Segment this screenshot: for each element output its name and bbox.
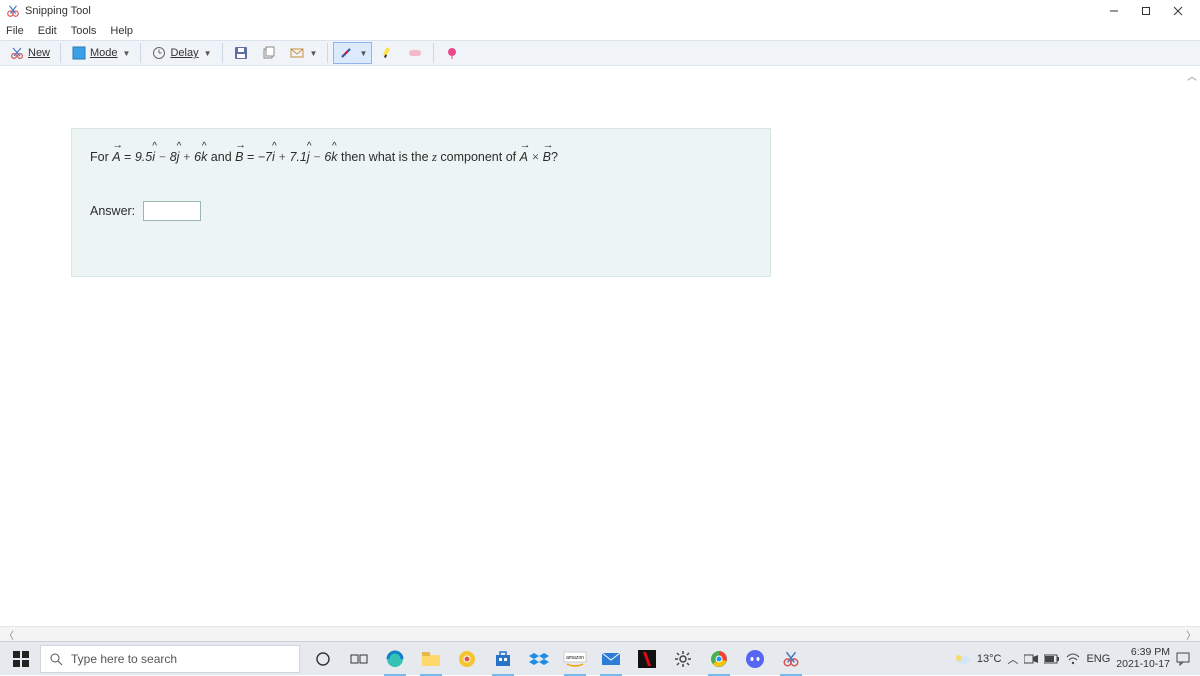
answer-input[interactable]: [143, 201, 201, 221]
snipping-tool-icon: [6, 4, 20, 18]
separator: [140, 43, 141, 63]
separator: [222, 43, 223, 63]
weather-temp[interactable]: 13°C: [977, 653, 1002, 665]
scroll-left-icon[interactable]: 〈: [4, 627, 14, 642]
copy-icon: [261, 45, 277, 61]
wifi-icon[interactable]: [1066, 653, 1080, 665]
balloon-icon: [444, 45, 460, 61]
chrome-app[interactable]: [702, 642, 736, 676]
start-button[interactable]: [4, 642, 38, 676]
menu-edit[interactable]: Edit: [36, 25, 59, 37]
question-panel: For A = 9.5i − 8j + 6k and B = −7i + 7.1…: [71, 128, 771, 277]
tray-lang[interactable]: ENG: [1086, 653, 1110, 665]
clock-icon: [151, 45, 167, 61]
menu-help[interactable]: Help: [108, 25, 135, 37]
svg-text:amazon: amazon: [566, 655, 584, 661]
amazon-app[interactable]: amazon: [558, 642, 592, 676]
highlighter-icon: [379, 45, 395, 61]
scissors-icon: [9, 45, 25, 61]
mail-app[interactable]: [594, 642, 628, 676]
chevron-down-icon: ▼: [204, 49, 212, 58]
mode-button[interactable]: Mode ▼: [66, 42, 135, 64]
window-titlebar: Snipping Tool: [0, 0, 1200, 22]
search-icon: [49, 652, 63, 666]
highlighter-button[interactable]: [374, 42, 400, 64]
taskbar-search[interactable]: Type here to search: [40, 645, 300, 673]
minimize-button[interactable]: [1098, 1, 1130, 21]
save-button[interactable]: [228, 42, 254, 64]
separator: [60, 43, 61, 63]
mode-label: Mode: [90, 47, 118, 59]
netflix-app[interactable]: [630, 642, 664, 676]
task-view-button[interactable]: [342, 642, 376, 676]
separator: [327, 43, 328, 63]
question-text: For A = 9.5i − 8j + 6k and B = −7i + 7.1…: [90, 147, 752, 167]
new-snip-button[interactable]: New: [4, 42, 55, 64]
close-button[interactable]: [1162, 1, 1194, 21]
system-tray: 13°C ︿ ENG 6:39 PM 2021-10-17: [953, 647, 1196, 670]
delay-button[interactable]: Delay ▼: [146, 42, 216, 64]
eraser-icon: [407, 45, 423, 61]
tray-time: 6:39 PM: [1116, 647, 1170, 659]
delay-label: Delay: [170, 47, 198, 59]
taskbar-apps: amazon: [306, 642, 808, 676]
answer-label: Answer:: [90, 204, 135, 218]
menu-tools[interactable]: Tools: [69, 25, 99, 37]
meet-now-icon[interactable]: [1024, 653, 1038, 665]
cortana-button[interactable]: [306, 642, 340, 676]
tray-clock[interactable]: 6:39 PM 2021-10-17: [1116, 647, 1170, 670]
pen-button[interactable]: ▼: [333, 42, 372, 64]
tray-chevron-icon[interactable]: ︿: [1007, 651, 1018, 667]
scroll-up-icon[interactable]: ︿: [1187, 68, 1197, 83]
paint3d-button[interactable]: [439, 42, 465, 64]
chevron-down-icon: ▼: [310, 49, 318, 58]
discord-app[interactable]: [738, 642, 772, 676]
battery-icon[interactable]: [1044, 654, 1060, 664]
pen-icon: [338, 45, 354, 61]
menu-file[interactable]: File: [4, 25, 26, 37]
horizontal-scrollbar[interactable]: 〈 〉: [0, 626, 1200, 641]
weather-icon[interactable]: [953, 652, 971, 666]
snipping-tool-app[interactable]: [774, 642, 808, 676]
separator: [433, 43, 434, 63]
dropbox-app[interactable]: [522, 642, 556, 676]
explorer-app[interactable]: [414, 642, 448, 676]
capture-area: ︿ For A = 9.5i − 8j + 6k and B = −7i + 7…: [0, 66, 1200, 626]
chevron-down-icon: ▼: [123, 49, 131, 58]
mode-icon: [71, 45, 87, 61]
tray-date: 2021-10-17: [1116, 659, 1170, 671]
save-icon: [233, 45, 249, 61]
chrome-canary-app[interactable]: [450, 642, 484, 676]
toolbar: New Mode ▼ Delay ▼ ▼ ▼: [0, 40, 1200, 66]
send-button[interactable]: ▼: [284, 42, 323, 64]
chevron-down-icon: ▼: [359, 49, 367, 58]
eraser-button[interactable]: [402, 42, 428, 64]
window-title: Snipping Tool: [25, 5, 91, 17]
mail-icon: [289, 45, 305, 61]
notifications-icon[interactable]: [1176, 652, 1190, 666]
store-app[interactable]: [486, 642, 520, 676]
new-label: New: [28, 47, 50, 59]
scroll-right-icon[interactable]: 〉: [1186, 627, 1196, 642]
edge-app[interactable]: [378, 642, 412, 676]
maximize-button[interactable]: [1130, 1, 1162, 21]
copy-button[interactable]: [256, 42, 282, 64]
menu-bar: File Edit Tools Help: [0, 22, 1200, 40]
settings-app[interactable]: [666, 642, 700, 676]
windows-icon: [13, 651, 29, 667]
answer-row: Answer:: [90, 201, 752, 221]
taskbar: Type here to search amazon 13°C ︿ ENG 6:…: [0, 641, 1200, 675]
search-placeholder: Type here to search: [71, 652, 177, 666]
